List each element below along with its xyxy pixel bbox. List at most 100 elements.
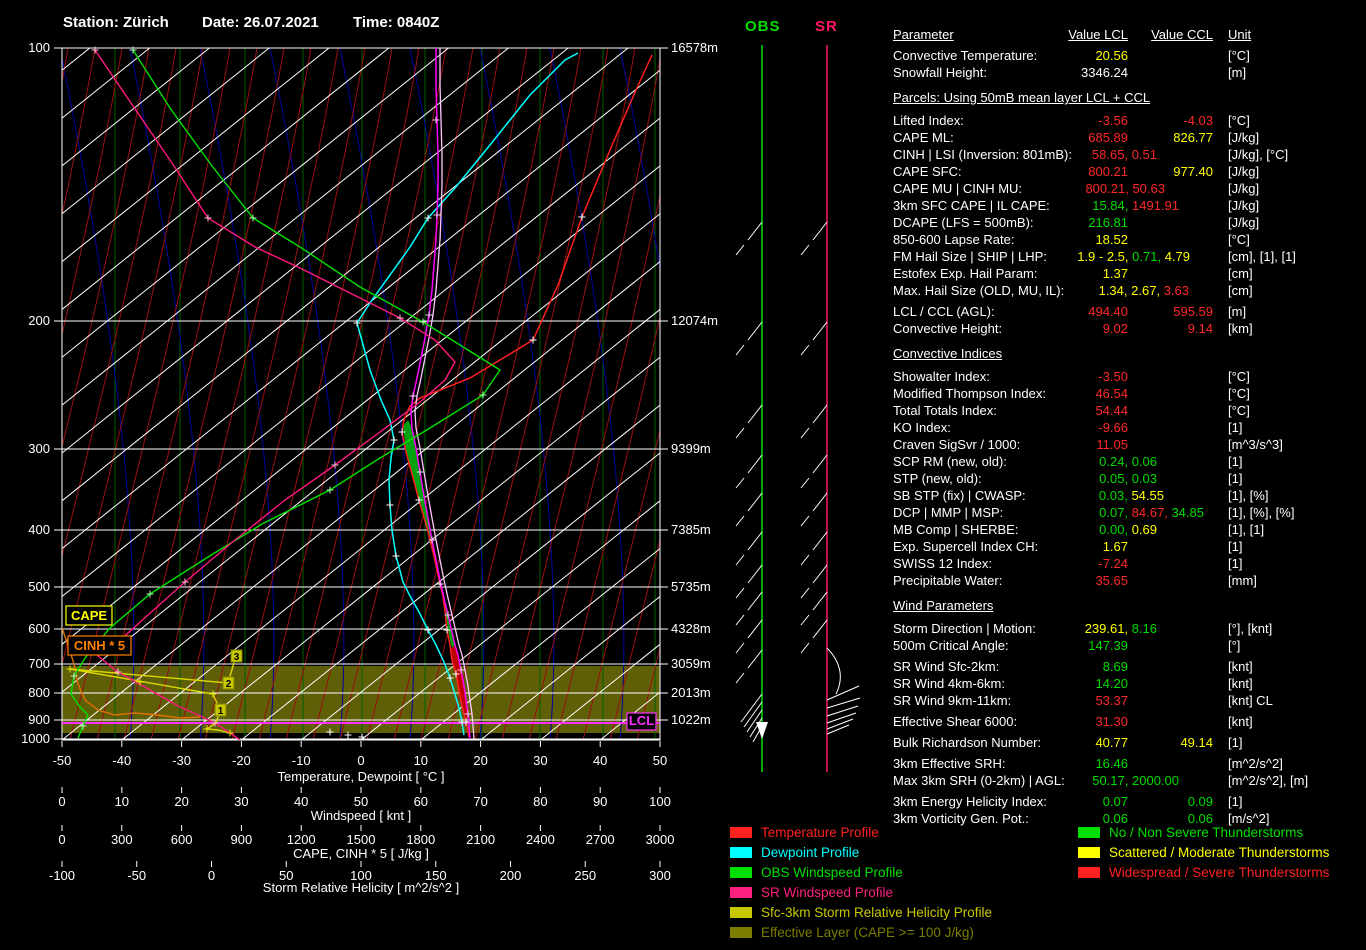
legend-swatch-icon: [730, 826, 752, 838]
table-row: 3km Energy Helicity Index: 0.07 0.09 [1]: [893, 793, 1363, 810]
axis-tick-label: 30: [533, 753, 547, 768]
legend-label: No / Non Severe Thunderstorms: [1109, 824, 1304, 840]
legend-swatch-icon: [1078, 826, 1100, 838]
height-label: 2013m: [671, 685, 711, 700]
row-value: 14.20: [1095, 676, 1128, 691]
row-value: 595.59: [1173, 304, 1213, 319]
row-unit: [°C]: [1228, 232, 1250, 247]
table-row: SWISS 12 Index: -7.24 [1]: [893, 555, 1363, 572]
row-value: -3.50: [1098, 369, 1128, 384]
col-parameter: Parameter: [893, 27, 954, 42]
axis-tick-label: 2700: [586, 832, 615, 847]
table-row: CAPE SFC: 800.21 977.40 [J/kg]: [893, 163, 1363, 180]
axis-tick-label: 600: [171, 832, 193, 847]
row-value: [1128, 637, 1213, 654]
parcel-curve-pale: [414, 48, 475, 740]
axis-tick-label: 80: [533, 794, 547, 809]
row-label: KO Index:: [893, 420, 951, 435]
row-value: [1128, 572, 1213, 589]
table-row: SR Wind 4km-6km: 14.20 [knt]: [893, 675, 1363, 692]
axis-tick-label: -100: [49, 868, 75, 883]
row-label: 850-600 Lapse Rate:: [893, 232, 1015, 247]
legend-item: Temperature Profile: [730, 822, 992, 842]
pressure-label: 700: [28, 656, 50, 671]
axis-tick-label: -50: [53, 753, 72, 768]
table-row: LCL / CCL (AGL): 494.40 595.59 [m]: [893, 303, 1363, 320]
row-value: 18.52: [1095, 232, 1128, 247]
legend-item: Sfc-3km Storm Relative Helicity Profile: [730, 902, 992, 922]
row-value: [1128, 265, 1213, 282]
row-unit: [1], [%]: [1228, 488, 1269, 503]
row-value: 31.30: [1095, 714, 1128, 729]
legend-item: Widespread / Severe Thunderstorms: [1078, 862, 1329, 882]
row-unit: [km]: [1228, 321, 1253, 336]
row-label: Bulk Richardson Number:: [893, 735, 1042, 750]
row-value: [1128, 231, 1213, 248]
legend-label: Sfc-3km Storm Relative Helicity Profile: [761, 904, 993, 920]
axis-tick-label: 1500: [347, 832, 376, 847]
row-unit: [cm]: [1228, 266, 1253, 281]
cinh-label: CINH * 5: [74, 638, 125, 653]
row-unit: [1]: [1228, 420, 1243, 435]
row-unit: [knt]: [1228, 676, 1253, 691]
pressure-label: 500: [28, 579, 50, 594]
axis-tick-label: 250: [574, 868, 596, 883]
height-label: 3059m: [671, 656, 711, 671]
skewt-chart: 123CAPECINH * 5LCL100 16578m200 12074m300 9…: [21, 40, 861, 895]
row-unit: [J/kg]: [1228, 181, 1260, 196]
profile-legend: Temperature Profile Dewpoint Profile OBS W…: [730, 822, 992, 942]
row-value: 0.05, 0.03: [1099, 471, 1157, 486]
row-value: 49.14: [1180, 735, 1213, 750]
row-value: [1128, 282, 1213, 299]
row-label: Effective Shear 6000:: [893, 714, 1018, 729]
row-unit: [J/kg]: [1228, 198, 1260, 213]
row-value: [1128, 555, 1213, 572]
row-unit: [knt]: [1228, 714, 1253, 729]
row-value: 239.61, 8.16: [1084, 621, 1157, 636]
axis-tick-label: 100: [649, 794, 671, 809]
row-value: 50.17, 2000.00: [1092, 773, 1179, 788]
row-unit: [m^2/s^2], [m]: [1228, 773, 1309, 788]
row-label: DCAPE (LFS = 500mB):: [893, 215, 1034, 230]
row-label: Snowfall Height:: [893, 65, 987, 80]
row-label: Lifted Index:: [893, 113, 964, 128]
row-value: -9.66: [1098, 420, 1128, 435]
row-label: CAPE ML:: [893, 130, 954, 145]
obs-wind-panel-label: OBS: [745, 18, 781, 35]
legend-item: SR Windspeed Profile: [730, 882, 992, 902]
table-row: Showalter Index: -3.50 [°C]: [893, 368, 1363, 385]
table-row: Convective Temperature: 20.56 [°C]: [893, 47, 1363, 64]
table-header-row: Parameter Value LCL Value CCL Unit: [893, 26, 1363, 43]
table-row: KO Index: -9.66 [1]: [893, 419, 1363, 436]
row-value: 40.77: [1095, 735, 1128, 750]
table-row: 3km SFC CAPE | IL CAPE: 15.84, 1491.91 [J/…: [893, 197, 1363, 214]
table-body: Convective Temperature: 20.56 [°C] Snowfall…: [893, 43, 1363, 827]
height-label: 4328m: [671, 621, 711, 636]
pressure-label: 1000: [21, 731, 50, 746]
row-value: [1128, 658, 1213, 675]
svg-text:1: 1: [218, 706, 224, 717]
row-value: 0.03, 54.55: [1098, 488, 1164, 503]
table-row: 850-600 Lapse Rate: 18.52 [°C]: [893, 231, 1363, 248]
row-label: 3km Effective SRH:: [893, 756, 1006, 771]
obs-arrowhead-icon: [756, 722, 768, 739]
row-label: SR Wind Sfc-2km:: [893, 659, 1000, 674]
row-value: [1128, 248, 1213, 265]
parameter-table: Parameter Value LCL Value CCL Unit Conve…: [893, 26, 1363, 827]
row-value: 15.84, 1491.91: [1092, 198, 1179, 213]
axis-tick-label: -20: [232, 753, 251, 768]
row-value: [1128, 64, 1213, 81]
axis-title: Windspeed [ knt ]: [311, 808, 411, 823]
row-label: DCP | MMP | MSP:: [893, 505, 1004, 520]
row-label: Convective Temperature:: [893, 48, 1038, 63]
row-unit: [°C]: [1228, 403, 1250, 418]
axis-title: Storm Relative Helicity [ m^2/s^2 ]: [263, 880, 459, 895]
row-unit: [m]: [1228, 304, 1247, 319]
axis-tick-label: 300: [649, 868, 671, 883]
legend-item: OBS Windspeed Profile: [730, 862, 992, 882]
axis-tick-label: -50: [127, 868, 146, 883]
axis-title: Temperature, Dewpoint [ °C ]: [277, 769, 444, 784]
row-value: 9.14: [1187, 321, 1213, 336]
row-label: FM Hail Size | SHIP | LHP:: [893, 249, 1047, 264]
axis-tick-label: -10: [292, 753, 311, 768]
